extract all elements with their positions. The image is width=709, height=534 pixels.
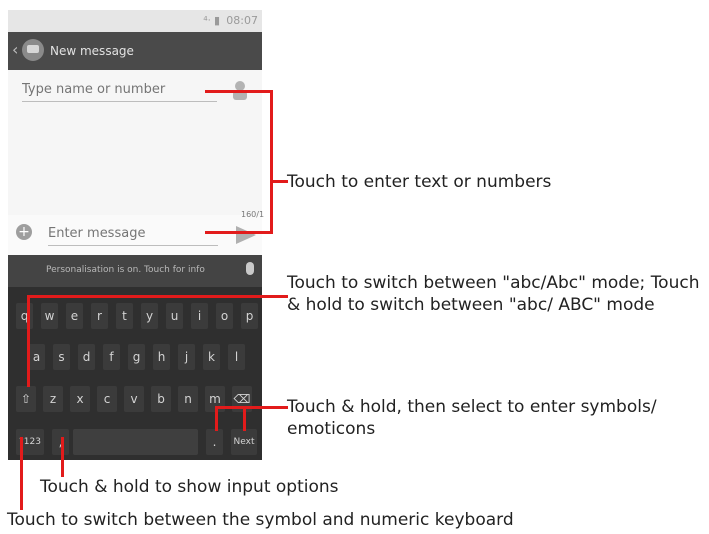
callout-line	[243, 406, 246, 431]
callout-symbols: Touch & hold, then select to enter symbo…	[287, 397, 657, 439]
keyboard-suggestion-bar[interactable]: Personalisation is on. Touch for info	[8, 255, 262, 287]
callout-line	[205, 90, 272, 93]
key-e[interactable]: e	[66, 303, 83, 329]
next-key[interactable]: Next	[231, 429, 257, 455]
send-icon[interactable]	[236, 226, 256, 244]
key-shift[interactable]: ⇧	[16, 386, 36, 412]
key-l[interactable]: l	[228, 344, 245, 370]
key-d[interactable]: d	[78, 344, 95, 370]
callout-line	[205, 231, 272, 234]
callout-line	[61, 437, 64, 477]
callout-switch-case: Touch to switch between "abc/Abc" mode; …	[287, 273, 700, 315]
callout-enter-text: Touch to enter text or numbers	[287, 172, 552, 192]
key-o[interactable]: o	[216, 303, 233, 329]
message-input[interactable]	[48, 226, 218, 246]
character-counter: 160/1	[241, 210, 265, 219]
key-p[interactable]: p	[241, 303, 258, 329]
microphone-icon[interactable]	[246, 262, 254, 275]
status-time: 08:07	[226, 14, 258, 27]
callout-input-options: Touch & hold to show input options	[40, 477, 339, 497]
keyboard: Personalisation is on. Touch for info qw…	[8, 255, 262, 460]
key-g[interactable]: g	[128, 344, 145, 370]
key-a[interactable]: a	[28, 344, 45, 370]
key-i[interactable]: i	[191, 303, 208, 329]
callout-line	[270, 90, 273, 234]
callout-line	[270, 180, 288, 183]
key-v[interactable]: v	[124, 386, 144, 412]
key-b[interactable]: b	[151, 386, 171, 412]
key-r[interactable]: r	[91, 303, 108, 329]
key-c[interactable]: c	[97, 386, 117, 412]
key-f[interactable]: f	[103, 344, 120, 370]
personalisation-hint: Personalisation is on. Touch for info	[46, 265, 205, 275]
key-u[interactable]: u	[166, 303, 183, 329]
key-k[interactable]: k	[203, 344, 220, 370]
key-x[interactable]: x	[70, 386, 90, 412]
key-y[interactable]: y	[141, 303, 158, 329]
back-icon[interactable]: ‹	[12, 40, 18, 59]
phone-screen: ⁴ᐧ ▮ 08:07 ‹ New message + 160/1 Persona…	[8, 10, 265, 460]
status-bar: ⁴ᐧ ▮ 08:07	[8, 10, 262, 32]
callout-line	[215, 406, 288, 409]
key-s[interactable]: s	[53, 344, 70, 370]
key-z[interactable]: z	[43, 386, 63, 412]
key-q[interactable]: q	[16, 303, 33, 329]
callout-line	[27, 295, 30, 387]
status-icons: ⁴ᐧ ▮	[203, 14, 220, 27]
key-t[interactable]: t	[116, 303, 133, 329]
recipient-input[interactable]	[22, 82, 217, 102]
period-key[interactable]: .	[206, 429, 223, 455]
key-j[interactable]: j	[178, 344, 195, 370]
app-bar: ‹ New message	[8, 32, 262, 70]
key-w[interactable]: w	[41, 303, 58, 329]
page-title: New message	[50, 44, 134, 58]
callout-numeric: Touch to switch between the symbol and n…	[7, 510, 514, 530]
key-n[interactable]: n	[178, 386, 198, 412]
callout-line	[20, 437, 23, 510]
attach-icon[interactable]: +	[16, 224, 32, 240]
space-key[interactable]	[73, 429, 198, 455]
messaging-app-icon[interactable]	[22, 39, 44, 61]
callout-line	[27, 295, 288, 298]
key-h[interactable]: h	[153, 344, 170, 370]
callout-line	[215, 406, 218, 431]
